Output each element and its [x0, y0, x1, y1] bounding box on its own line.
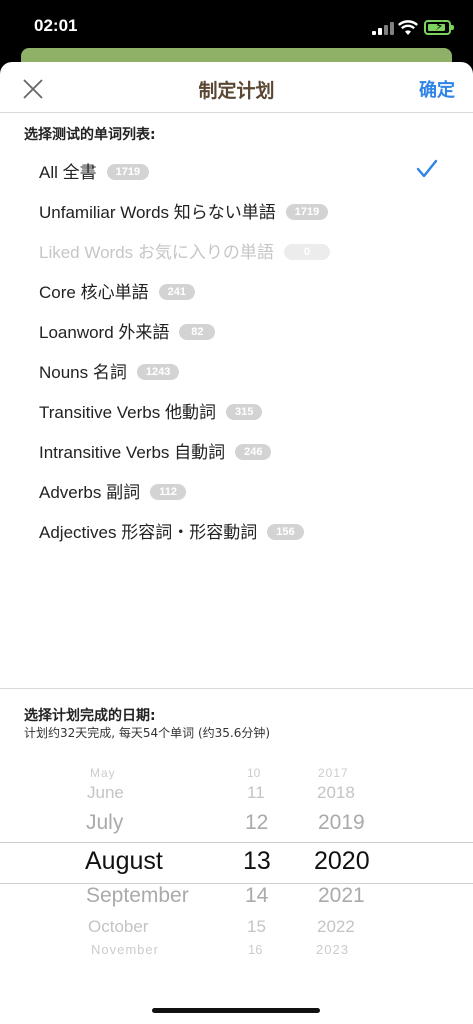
list-item-core[interactable]: Core 核心単語 241 [0, 270, 473, 310]
status-bar: 02:01 ⚡ [0, 0, 473, 52]
list-item-label: Unfamiliar Words 知らない単語 [39, 203, 276, 222]
date-section-label: 选择计划完成的日期: [24, 708, 156, 724]
count-badge: 246 [235, 443, 272, 460]
picker-month-option[interactable]: June [87, 783, 124, 803]
picker-month-option[interactable]: September [86, 884, 189, 908]
plan-sheet: 制定计划 确定 选择测试的单词列表: All 全書 1719 Unfamiliar… [0, 62, 473, 1024]
picker-day-selected[interactable]: 13 [243, 847, 271, 876]
list-item-loanword[interactable]: Loanword 外来語 82 [0, 310, 473, 350]
list-item-label: Adjectives 形容詞・形容動詞 [39, 523, 258, 542]
list-item-label: Adverbs 副詞 [39, 483, 141, 502]
plan-summary: 计划约32天完成, 每天54个单词 (约35.6分钟) [24, 726, 271, 740]
section-divider [0, 688, 473, 689]
count-badge: 1719 [106, 163, 150, 180]
confirm-button[interactable]: 确定 [419, 76, 455, 102]
picker-year-option[interactable]: 2022 [317, 917, 355, 937]
word-list-section-label: 选择测试的单词列表: [24, 127, 156, 143]
date-picker[interactable]: May June July August September October N… [0, 756, 473, 966]
list-item-unfamiliar[interactable]: Unfamiliar Words 知らない単語 1719 [0, 190, 473, 230]
list-item-label: Liked Words お気に入りの単語 [39, 243, 274, 262]
list-item-intransitive-verbs[interactable]: Intransitive Verbs 自動詞 246 [0, 430, 473, 470]
picker-year-option[interactable]: 2019 [318, 811, 365, 835]
picker-year-selected[interactable]: 2020 [314, 847, 370, 876]
page-title: 制定计划 [198, 80, 275, 102]
list-item-all[interactable]: All 全書 1719 [0, 150, 473, 190]
picker-month-option[interactable]: May [90, 766, 116, 780]
checkmark-icon [416, 159, 438, 178]
list-item-label: Transitive Verbs 他動詞 [39, 403, 216, 422]
list-item-label: Core 核心単語 [39, 283, 149, 302]
count-badge: 1243 [136, 363, 180, 380]
picker-month-option[interactable]: July [86, 811, 123, 835]
count-badge: 0 [283, 243, 330, 260]
list-item-adjectives[interactable]: Adjectives 形容詞・形容動詞 156 [0, 510, 473, 550]
picker-year-option[interactable]: 2021 [318, 884, 365, 908]
signal-icon [372, 22, 394, 35]
count-badge: 1719 [285, 203, 329, 220]
list-item-label: Intransitive Verbs 自動詞 [39, 443, 226, 462]
count-badge: 156 [267, 523, 304, 540]
list-item-label: All 全書 [39, 163, 97, 182]
home-indicator[interactable] [152, 1008, 320, 1013]
picker-year-option[interactable]: 2018 [317, 783, 355, 803]
battery-icon: ⚡ [424, 19, 454, 35]
picker-selection-band [0, 842, 473, 884]
picker-day-option[interactable]: 16 [248, 942, 262, 957]
picker-day-option[interactable]: 12 [245, 811, 268, 835]
status-time: 02:01 [34, 16, 78, 35]
picker-day-option[interactable]: 14 [245, 884, 268, 908]
list-item-label: Nouns 名詞 [39, 363, 127, 382]
list-item-nouns[interactable]: Nouns 名詞 1243 [0, 350, 473, 390]
picker-month-option[interactable]: November [91, 942, 159, 957]
count-badge: 241 [158, 283, 195, 300]
list-item-liked: Liked Words お気に入りの単語 0 [0, 230, 473, 270]
picker-day-option[interactable]: 15 [247, 917, 266, 937]
nav-bar: 制定计划 确定 [0, 62, 473, 113]
list-item-transitive-verbs[interactable]: Transitive Verbs 他動詞 315 [0, 390, 473, 430]
picker-year-option[interactable]: 2023 [316, 942, 349, 957]
count-badge: 112 [150, 483, 187, 500]
list-item-adverbs[interactable]: Adverbs 副詞 112 [0, 470, 473, 510]
list-item-label: Loanword 外来語 [39, 323, 170, 342]
picker-month-option[interactable]: October [88, 917, 148, 937]
picker-month-selected[interactable]: August [85, 847, 163, 876]
count-badge: 315 [225, 403, 263, 420]
wifi-icon [398, 20, 418, 35]
picker-day-option[interactable]: 10 [247, 766, 260, 780]
picker-year-option[interactable]: 2017 [318, 766, 349, 780]
picker-day-option[interactable]: 11 [247, 783, 265, 803]
count-badge: 82 [179, 323, 216, 340]
